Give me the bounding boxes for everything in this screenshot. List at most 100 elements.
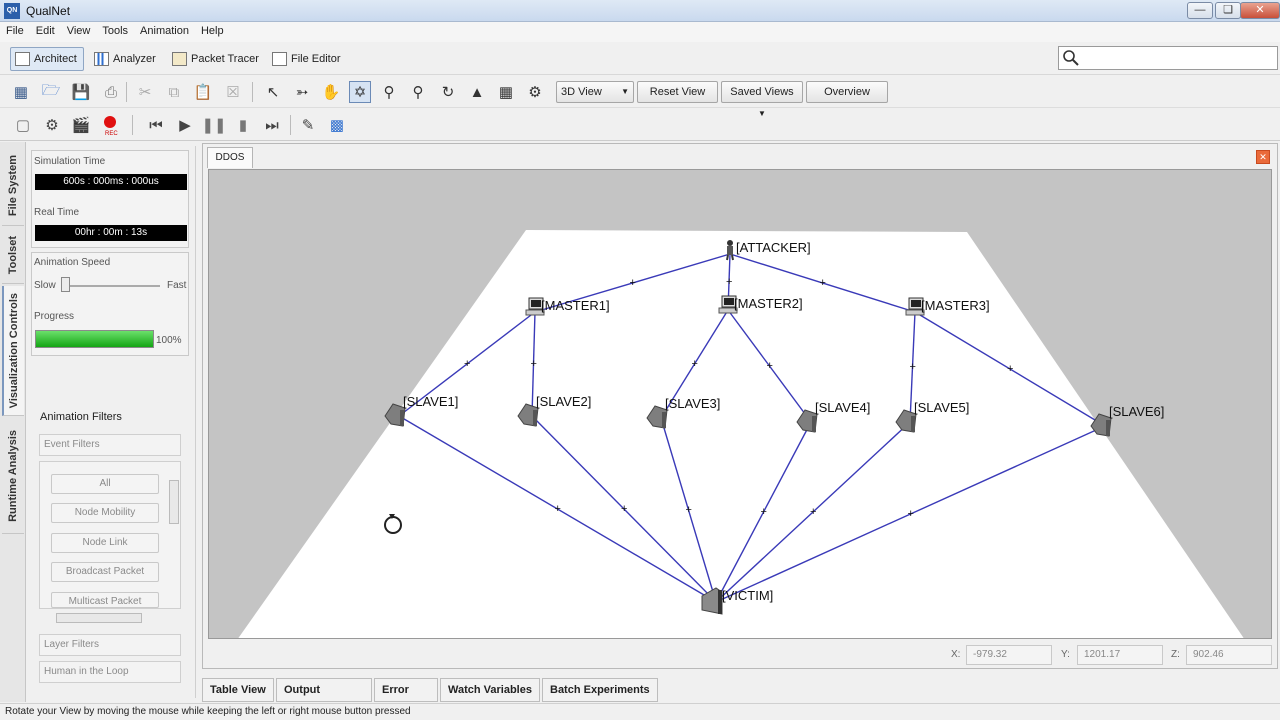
print-icon[interactable]: ⎙ bbox=[100, 81, 122, 103]
tab-watch-variables[interactable]: Watch Variables bbox=[440, 678, 540, 702]
menu-edit[interactable]: Edit bbox=[30, 22, 61, 40]
animation-toolbar: ▢ ⚙ 🎬 REC ⏮ ▶ ❚❚ ▮ ⏭ ✎ ▩ bbox=[0, 109, 1280, 141]
tab-label: Toolset bbox=[7, 236, 19, 275]
play-icon[interactable]: ▶ bbox=[174, 114, 196, 136]
paste-icon[interactable]: 📋 bbox=[192, 81, 214, 103]
menu-help[interactable]: Help bbox=[195, 22, 230, 40]
document-tab-ddos[interactable]: DDOS bbox=[207, 147, 253, 168]
skip-forward-icon[interactable]: ⏭ bbox=[261, 114, 283, 136]
node-master2[interactable]: [MASTER2] bbox=[718, 295, 803, 314]
pause-icon[interactable]: ❚❚ bbox=[201, 114, 226, 136]
close-window-button[interactable]: ✕ bbox=[1240, 2, 1280, 19]
perspective-analyzer[interactable]: Analyzer bbox=[90, 47, 162, 71]
node-master3[interactable]: [MASTER3] bbox=[905, 297, 990, 316]
3d-scene-canvas[interactable]: + + + + + + + + + + + + + + + [ATTACKER] [MASTER1] [MAST… bbox=[208, 169, 1272, 639]
tab-visualization-controls[interactable]: Visualization Controls bbox=[2, 286, 24, 416]
restore-button[interactable]: ❏ bbox=[1215, 2, 1241, 19]
node-slave6[interactable]: [SLAVE6] bbox=[1090, 404, 1164, 437]
orbit-icon[interactable]: ↻ bbox=[437, 81, 459, 103]
node-label: [ATTACKER] bbox=[736, 240, 811, 255]
filter-node-mobility-button[interactable]: Node Mobility bbox=[51, 503, 159, 523]
record-icon[interactable]: REC bbox=[99, 114, 121, 136]
ground-plane bbox=[238, 230, 1244, 638]
pan-hand-icon[interactable]: ✋ bbox=[320, 81, 342, 103]
progress-value: 100% bbox=[156, 335, 182, 346]
perspective-architect[interactable]: Architect bbox=[10, 47, 84, 71]
y-coord-field[interactable]: 1201.17 bbox=[1077, 645, 1163, 665]
gear-icon[interactable]: ⚙ bbox=[41, 114, 63, 136]
open-folder-icon[interactable]: 🗁 bbox=[40, 81, 62, 103]
select-arrow-icon[interactable]: ↖ bbox=[262, 81, 284, 103]
x-coord-field[interactable]: -979.32 bbox=[966, 645, 1052, 665]
perspective-label: Analyzer bbox=[113, 53, 156, 65]
chevron-down-icon: ▼ bbox=[621, 87, 629, 96]
menu-bar: File Edit View Tools Animation Help bbox=[0, 22, 1280, 42]
lasso-icon[interactable]: ➳ bbox=[291, 81, 313, 103]
rotate-view-icon[interactable]: ✡ bbox=[349, 81, 371, 103]
skip-back-icon[interactable]: ⏮ bbox=[145, 114, 167, 136]
tab-batch-experiments[interactable]: Batch Experiments bbox=[542, 678, 658, 702]
perspective-label: File Editor bbox=[291, 53, 341, 65]
camera-settings-icon[interactable]: ⚙ bbox=[524, 81, 546, 103]
tab-toolset[interactable]: Toolset bbox=[2, 228, 24, 284]
tab-runtime-analysis[interactable]: Runtime Analysis bbox=[2, 418, 24, 534]
z-coord-field[interactable]: 902.46 bbox=[1186, 645, 1272, 665]
filter-all-button[interactable]: All bbox=[51, 474, 159, 494]
cut-icon[interactable]: ✂ bbox=[134, 81, 156, 103]
real-time-label: Real Time bbox=[34, 207, 80, 218]
menu-animation[interactable]: Animation bbox=[134, 22, 195, 40]
filter-node-link-button[interactable]: Node Link bbox=[51, 533, 159, 553]
clapper-icon[interactable]: 🎬 bbox=[70, 114, 92, 136]
perspective-file-editor[interactable]: File Editor bbox=[268, 47, 347, 71]
menu-view[interactable]: View bbox=[61, 22, 97, 40]
filter-multicast-button[interactable]: Multicast Packet bbox=[51, 592, 159, 608]
chart-icon bbox=[94, 52, 109, 66]
copy-icon[interactable]: ⧉ bbox=[163, 81, 185, 103]
reset-view-button[interactable]: Reset View bbox=[637, 81, 718, 103]
speed-slider-thumb[interactable] bbox=[61, 277, 70, 292]
tab-error-log[interactable]: Error Log bbox=[374, 678, 438, 718]
menu-tools[interactable]: Tools bbox=[96, 22, 134, 40]
real-time-display: 00hr : 00m : 13s bbox=[35, 225, 187, 241]
human-in-loop-header[interactable]: Human in the Loop bbox=[39, 661, 181, 683]
step-icon[interactable]: ▮ bbox=[232, 114, 254, 136]
fly-icon[interactable]: ▲ bbox=[466, 81, 488, 103]
save-icon[interactable]: 💾 bbox=[70, 81, 92, 103]
minimize-button[interactable]: — bbox=[1187, 2, 1213, 19]
slow-label: Slow bbox=[34, 280, 56, 291]
close-document-icon[interactable]: ✕ bbox=[1256, 150, 1270, 164]
filters-horizontal-scrollbar[interactable] bbox=[42, 612, 164, 624]
link-midpoint-marker: + bbox=[630, 277, 636, 289]
filters-vertical-scrollbar[interactable] bbox=[167, 466, 179, 606]
layer-filters-header[interactable]: Layer Filters bbox=[39, 634, 181, 656]
node-master1[interactable]: [MASTER1] bbox=[525, 297, 610, 316]
network-view[interactable]: + + + + + + + + + + + + + + + [ATTACKER] [MASTER1] [MAST… bbox=[209, 170, 1272, 639]
saved-views-button[interactable]: Saved Views ▼ bbox=[721, 81, 803, 118]
delete-icon[interactable]: ☒ bbox=[222, 81, 244, 103]
overview-button[interactable]: Overview bbox=[806, 81, 888, 103]
scrollbar-thumb[interactable] bbox=[56, 613, 142, 623]
node-label: [SLAVE1] bbox=[403, 394, 458, 409]
run-settings-icon[interactable]: ▢ bbox=[12, 114, 34, 136]
search-icon bbox=[1063, 50, 1079, 66]
perspective-packet-tracer[interactable]: Packet Tracer bbox=[168, 47, 265, 71]
speed-slider-track[interactable] bbox=[64, 285, 160, 287]
filter-broadcast-button[interactable]: Broadcast Packet bbox=[51, 562, 159, 582]
grid-icon[interactable]: ▦ bbox=[495, 81, 517, 103]
zoom-icon[interactable]: ⚲ bbox=[378, 81, 400, 103]
zoom-region-icon[interactable]: ⚲ bbox=[407, 81, 429, 103]
tab-table-view[interactable]: Table View bbox=[202, 678, 274, 702]
sim-time-label: Simulation Time bbox=[34, 156, 106, 167]
tab-output-window[interactable]: Output Window bbox=[276, 678, 372, 718]
search-input[interactable] bbox=[1058, 46, 1278, 70]
tab-file-system[interactable]: File System bbox=[2, 146, 24, 226]
window-title: QualNet bbox=[26, 4, 71, 18]
link-midpoint-marker: + bbox=[531, 358, 537, 370]
edit-icon[interactable]: ✎ bbox=[297, 114, 319, 136]
menu-file[interactable]: File bbox=[0, 22, 30, 40]
statistics-icon[interactable]: ▩ bbox=[326, 114, 348, 136]
new-scenario-icon[interactable]: ▦ bbox=[10, 81, 32, 103]
event-filters-header[interactable]: Event Filters bbox=[39, 434, 181, 456]
view-mode-select[interactable]: 3D View ▼ bbox=[556, 81, 634, 103]
scrollbar-thumb[interactable] bbox=[169, 480, 179, 524]
